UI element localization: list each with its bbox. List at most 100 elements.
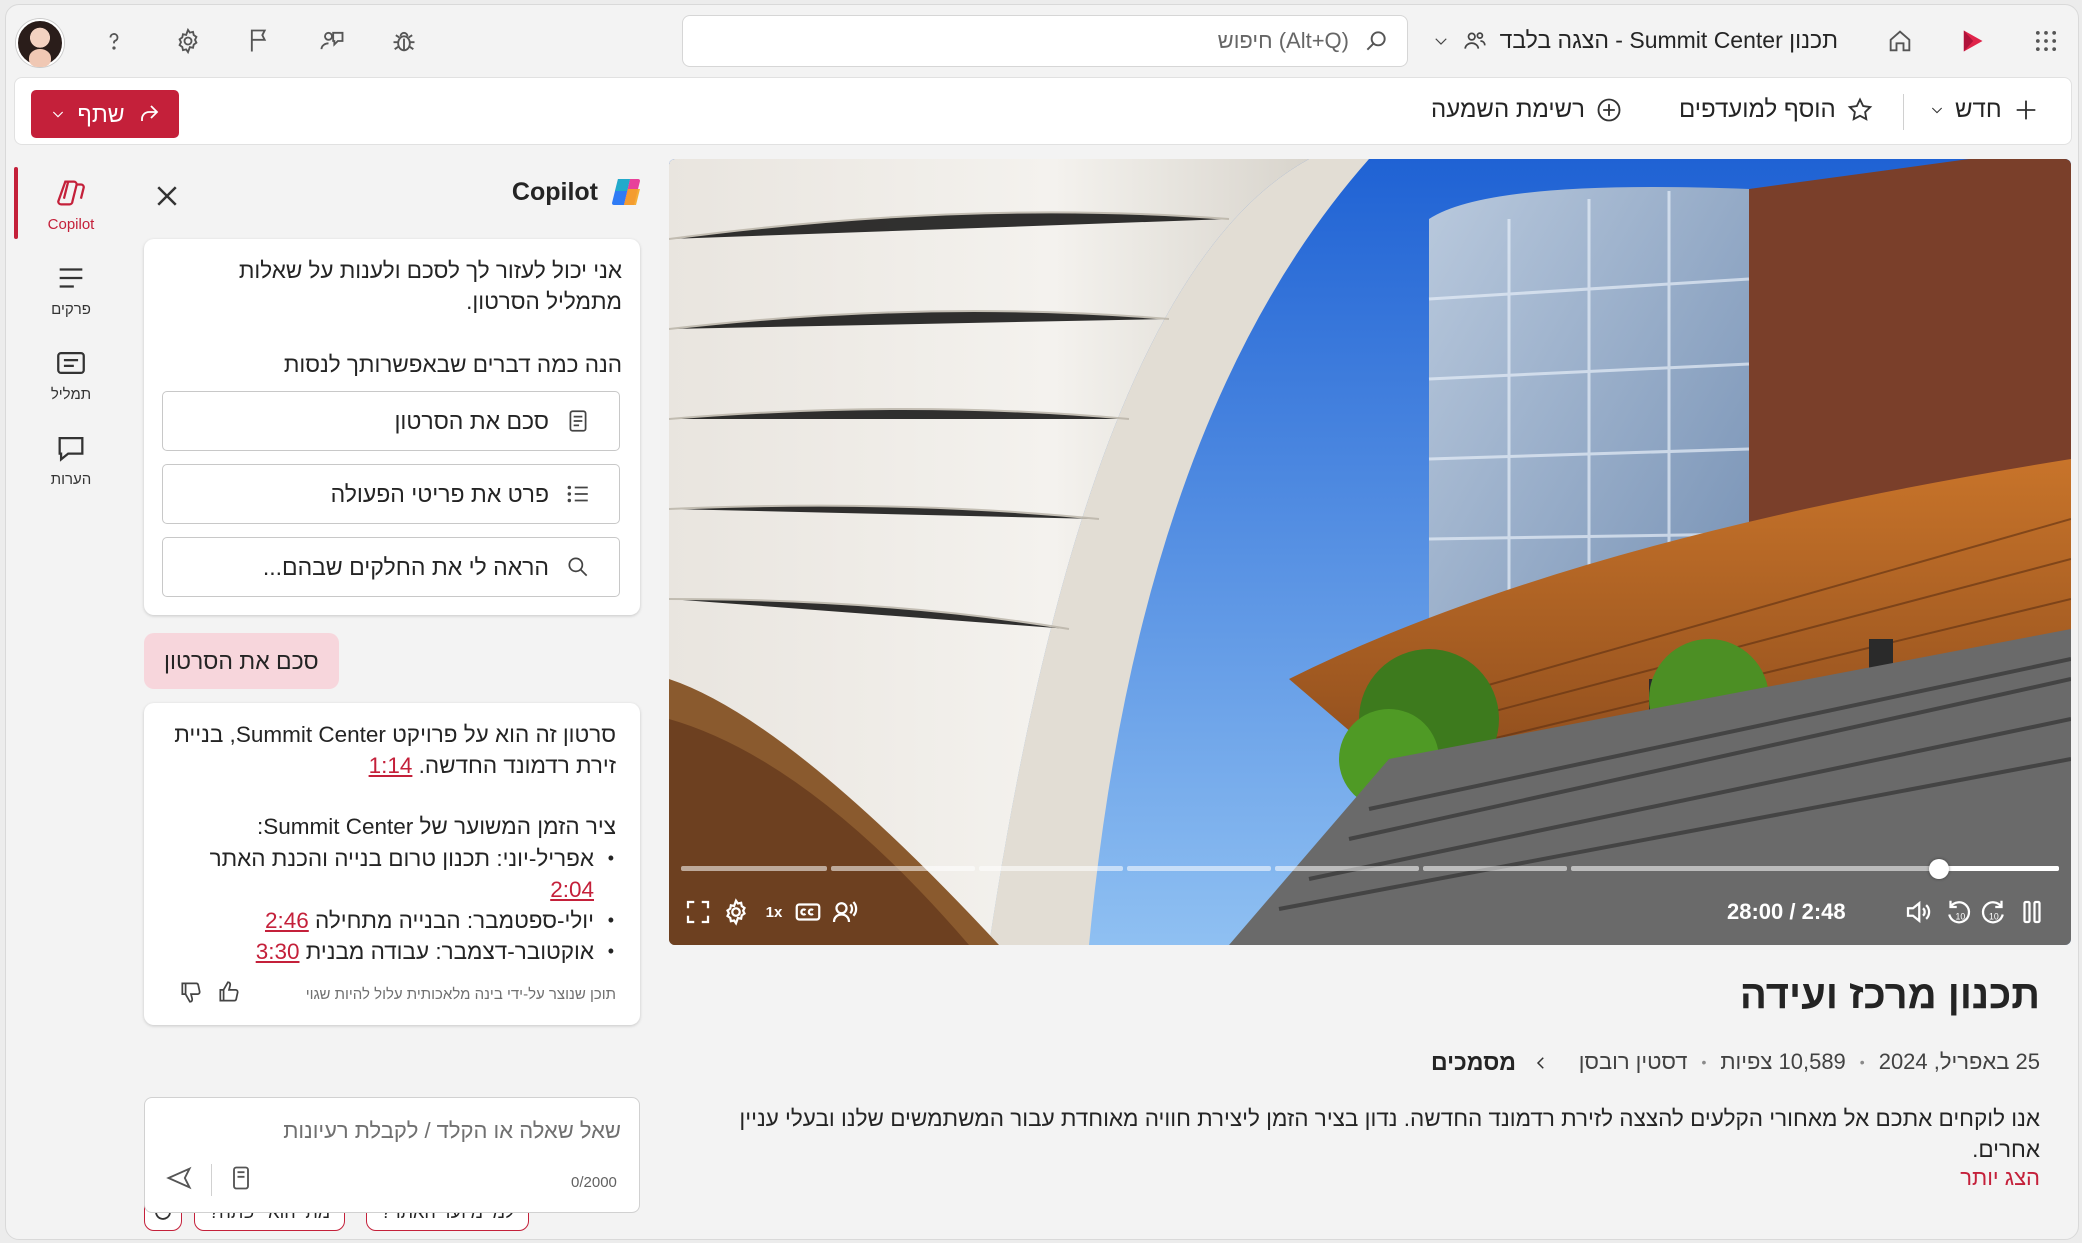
watchlist-button[interactable]: רשימת השמעה (1431, 96, 1623, 124)
prompt-find-parts-button[interactable]: הראה לי את החלקים שבהם... (162, 537, 620, 597)
close-icon[interactable] (152, 181, 182, 211)
thumbs-up-icon[interactable] (216, 979, 242, 1005)
settings-icon[interactable] (172, 25, 204, 57)
speed-label: 1x (765, 903, 783, 921)
chapter-segment (681, 866, 827, 871)
publish-date: 25 באפריל, 2024 (1878, 1049, 2040, 1074)
prompt-label: סכם את הסרטון (394, 407, 549, 434)
list-item: אפריל-יוני: תכנון טרום בנייה והכנת האתר … (196, 843, 616, 905)
prompt-summarize-button[interactable]: סכם את הסרטון (162, 391, 620, 451)
send-icon[interactable] (165, 1164, 195, 1194)
breadcrumb-label: מסמכים (1431, 1049, 1517, 1075)
copilot-title: Copilot (511, 177, 598, 206)
flag-icon[interactable] (244, 25, 276, 57)
seek-fill (1939, 866, 2059, 871)
rail-item-transcript[interactable]: תמליל (16, 337, 126, 411)
new-label: חדש (1955, 96, 2002, 123)
add-circle-icon (1597, 98, 1621, 122)
panel-title: Copilot (512, 175, 644, 209)
timestamp-link[interactable]: 1:14 (369, 753, 413, 778)
chevron-down-icon (1434, 37, 1447, 45)
app-window: חיפוש (Alt+Q) תכנון Summit Center - הצגה… (5, 4, 2079, 1240)
stream-logo-icon[interactable] (1956, 25, 1988, 57)
timestamp-link[interactable]: 3:30 (256, 939, 300, 964)
rail-label: תמליל (50, 385, 92, 403)
home-icon[interactable] (1884, 25, 1916, 57)
seek-handle[interactable] (1929, 859, 1949, 879)
chapters-icon (59, 267, 83, 288)
prompt-label: הראה לי את החלקים שבהם... (262, 553, 549, 580)
separator: • (1701, 1054, 1707, 1070)
video-meta: 25 באפריל, 2024 • 10,589 צפיות • דסטין ר… (1579, 1049, 2040, 1075)
rail-label: הערות (50, 470, 92, 488)
captions-icon[interactable] (791, 895, 825, 929)
bug-icon[interactable] (388, 25, 420, 57)
char-count: 0/2000 (571, 1174, 617, 1191)
chapter-segment (1423, 866, 1567, 871)
video-player[interactable]: 1x 28:00 / 2:48 10 10 (669, 159, 2071, 945)
prompt-label: פרט את פריטי הפעולה (330, 480, 549, 507)
share-button[interactable]: שתף (31, 90, 179, 138)
rail-item-chapters[interactable]: פרקים (16, 252, 126, 326)
video-description: אנו לוקחים אתכם אל מאחורי הקלעים להצצה ל… (739, 1106, 2040, 1162)
divider (1903, 94, 1904, 130)
suggestions-card: אני יכול לעזור לך לסכם ולענות על שאלות מ… (144, 239, 640, 615)
help-icon[interactable] (98, 25, 130, 57)
show-more-link[interactable]: הצג יותר (1960, 1165, 2040, 1191)
audio-description-icon[interactable] (827, 895, 861, 929)
new-button[interactable]: חדש (1929, 96, 2040, 124)
favorite-button[interactable]: הוסף למועדפים (1679, 96, 1874, 124)
fullscreen-icon[interactable] (681, 895, 715, 929)
prompt-action-items-button[interactable]: פרט את פריטי הפעולה (162, 464, 620, 524)
site-title[interactable]: תכנון Summit Center - הצגה בלבד (1432, 27, 1838, 54)
forward-10-icon[interactable]: 10 (1977, 895, 2011, 929)
item-text: יולי-ספטמבר: הבנייה מתחילה (315, 908, 594, 933)
chapter-segment (1127, 866, 1271, 871)
search-placeholder: חיפוש (Alt+Q) (1217, 28, 1349, 53)
seek-bar[interactable] (681, 859, 2059, 879)
star-icon (1847, 97, 1873, 121)
document-icon (569, 410, 587, 432)
thumbs-down-icon[interactable] (178, 979, 204, 1005)
search-icon (568, 557, 588, 577)
item-text: אוקטובר-דצמבר: עבודה מבנית (305, 939, 594, 964)
suggest-heading: הנה כמה דברים שבאפשרותך לנסות (283, 352, 622, 377)
rail-item-copilot[interactable]: Copilot (16, 167, 126, 241)
search-box[interactable]: חיפוש (Alt+Q) (682, 15, 1408, 67)
watchlist-label: רשימת השמעה (1431, 96, 1585, 123)
user-message: סכם את הסרטון (164, 647, 319, 674)
people-icon (1463, 31, 1486, 49)
share-label: שתף (77, 100, 125, 127)
video-frame (669, 159, 2071, 945)
rewind-10-icon[interactable]: 10 (1941, 895, 1975, 929)
playback-speed-button[interactable]: 1x (757, 895, 791, 929)
timeline-heading: ציר הזמן המשוער של Summit Center: (256, 814, 616, 839)
chapter-segment (979, 866, 1123, 871)
volume-icon[interactable] (1901, 895, 1935, 929)
chapter-segment (1275, 866, 1419, 871)
answer-card: סרטון זה הוא על פרויקט Summit Center, בנ… (144, 703, 640, 1025)
list-icon (567, 485, 588, 503)
svg-text:10: 10 (1989, 912, 1999, 922)
list-item: יולי-ספטמבר: הבנייה מתחילה 2:46 (196, 905, 616, 936)
svg-text:10: 10 (1956, 912, 1966, 922)
breadcrumb[interactable]: מסמכים (1431, 1049, 1550, 1076)
pause-icon[interactable] (2015, 895, 2049, 929)
timestamp-link[interactable]: 2:04 (550, 877, 594, 902)
chat-composer[interactable]: שאל שאלה או הקלד / לקבלת רעיונות 0/2000 (144, 1097, 640, 1213)
avatar[interactable] (16, 19, 64, 67)
chapter-segment (831, 866, 975, 871)
share-icon (140, 105, 158, 121)
item-text: אפריל-יוני: תכנון טרום בנייה והכנת האתר (209, 846, 594, 871)
settings-icon[interactable] (719, 895, 753, 929)
transcript-icon (57, 351, 85, 374)
search-icon (1366, 31, 1386, 51)
composer-placeholder: שאל שאלה או הקלד / לקבלת רעיונות (283, 1118, 621, 1143)
rail-item-comments[interactable]: הערות (16, 422, 126, 496)
user-message-bubble: סכם את הסרטון (144, 633, 339, 689)
author-name[interactable]: דסטין רובסן (1579, 1049, 1688, 1075)
waffle-icon[interactable] (2030, 25, 2062, 57)
timestamp-link[interactable]: 2:46 (265, 908, 309, 933)
prompt-guide-icon[interactable] (227, 1164, 257, 1194)
feedback-icon[interactable] (316, 25, 348, 57)
